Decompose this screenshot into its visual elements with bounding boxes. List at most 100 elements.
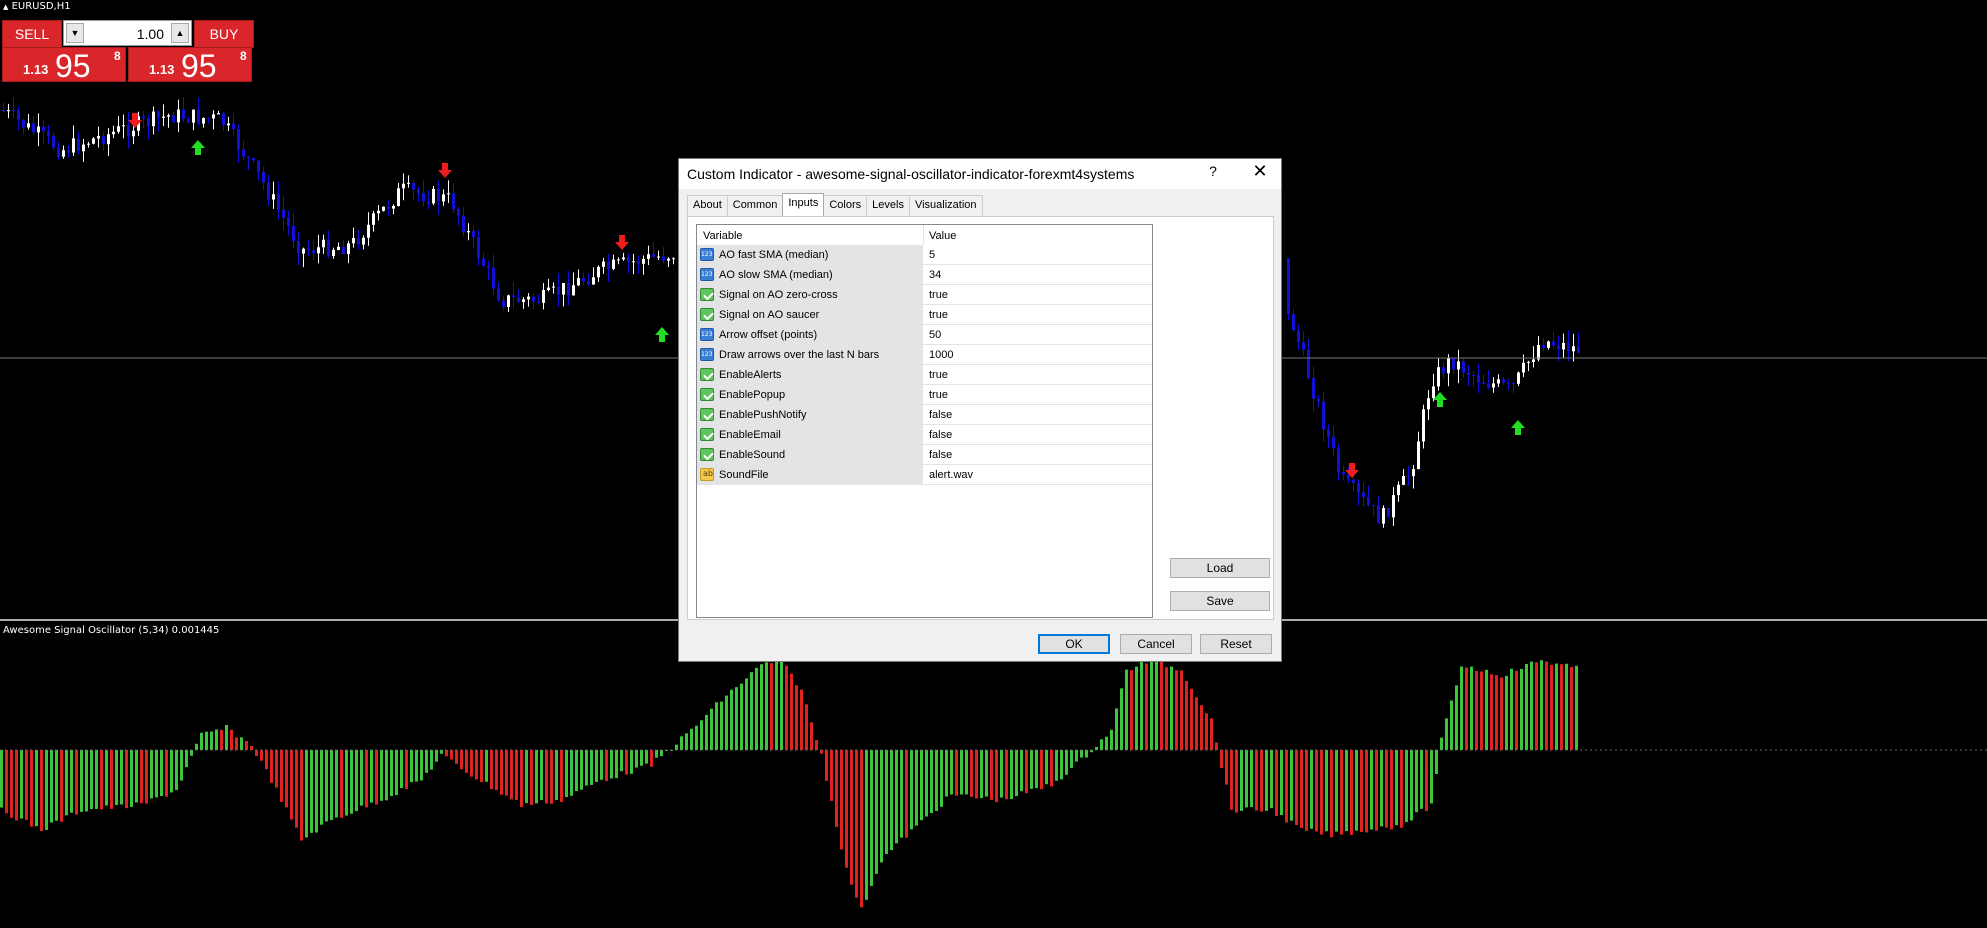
help-button[interactable]: ? bbox=[1203, 163, 1223, 179]
candle-body bbox=[47, 131, 50, 136]
candle-body bbox=[1522, 362, 1525, 373]
oscillator-bar bbox=[1175, 670, 1178, 750]
oscillator-bar bbox=[785, 665, 788, 750]
load-button[interactable]: Load bbox=[1170, 558, 1270, 578]
candle-body bbox=[62, 150, 65, 157]
oscillator-bar bbox=[880, 750, 883, 863]
oscillator-bar bbox=[1340, 750, 1343, 835]
candle-body bbox=[147, 118, 150, 127]
oscillator-bar bbox=[1540, 660, 1543, 750]
collapse-triangle-icon[interactable]: ▲ bbox=[3, 3, 8, 11]
table-row[interactable]: Signal on AO saucer true bbox=[697, 305, 1152, 325]
oscillator-bar bbox=[870, 750, 873, 887]
variable-value[interactable]: alert.wav bbox=[929, 469, 973, 481]
oscillator-bar bbox=[935, 750, 938, 811]
lot-size-input[interactable] bbox=[88, 24, 166, 44]
variable-value[interactable]: 1000 bbox=[929, 349, 953, 361]
oscillator-bar bbox=[1200, 705, 1203, 750]
candle-body bbox=[412, 182, 415, 190]
candle-body bbox=[537, 301, 540, 303]
variable-value[interactable]: false bbox=[929, 429, 952, 441]
table-row[interactable]: EnableSound false bbox=[697, 445, 1152, 465]
column-header-variable[interactable]: Variable bbox=[703, 230, 743, 242]
table-row[interactable]: Draw arrows over the last N bars 1000 bbox=[697, 345, 1152, 365]
oscillator-bar bbox=[1470, 666, 1473, 750]
oscillator-bar bbox=[1455, 685, 1458, 750]
candle-body bbox=[172, 115, 175, 123]
oscillator-bar bbox=[430, 750, 433, 770]
oscillator-bar bbox=[835, 750, 838, 827]
buy-price[interactable]: 1.13 95 8 bbox=[128, 47, 252, 84]
variable-value[interactable]: true bbox=[929, 289, 948, 301]
oscillator-bar bbox=[1405, 750, 1408, 823]
oscillator-bar bbox=[55, 750, 58, 821]
oscillator-bar bbox=[485, 750, 488, 782]
candle-body bbox=[342, 246, 345, 255]
candle-body bbox=[262, 171, 265, 183]
oscillator-bar bbox=[1120, 688, 1123, 750]
sell-price[interactable]: 1.13 95 8 bbox=[2, 47, 126, 84]
tab-about[interactable]: About bbox=[687, 195, 728, 216]
oscillator-bar bbox=[680, 736, 683, 750]
candle-body bbox=[457, 209, 460, 216]
oscillator-bar bbox=[360, 750, 363, 806]
dialog-title-bar[interactable]: Custom Indicator - awesome-signal-oscill… bbox=[679, 159, 1281, 189]
lot-increase-button[interactable]: ▲ bbox=[171, 23, 189, 43]
variable-value[interactable]: false bbox=[929, 449, 952, 461]
buy-button[interactable]: BUY bbox=[194, 20, 254, 48]
table-row[interactable]: EnableEmail false bbox=[697, 425, 1152, 445]
candle-body bbox=[247, 156, 250, 158]
table-row[interactable]: AO fast SMA (median) 5 bbox=[697, 245, 1152, 265]
variable-value[interactable]: true bbox=[929, 389, 948, 401]
table-row[interactable]: AO slow SMA (median) 34 bbox=[697, 265, 1152, 285]
oscillator-bar bbox=[1565, 663, 1568, 750]
variable-value[interactable]: 50 bbox=[929, 329, 941, 341]
candle-body bbox=[1367, 497, 1370, 506]
oscillator-bar bbox=[125, 750, 128, 809]
reset-button[interactable]: Reset bbox=[1200, 634, 1272, 654]
variable-value[interactable]: true bbox=[929, 309, 948, 321]
oscillator-bar bbox=[285, 750, 288, 808]
table-row[interactable]: EnablePushNotify false bbox=[697, 405, 1152, 425]
oscillator-bar bbox=[435, 750, 438, 762]
tab-levels[interactable]: Levels bbox=[866, 195, 910, 216]
tab-visualization[interactable]: Visualization bbox=[908, 195, 983, 216]
column-header-value[interactable]: Value bbox=[929, 230, 956, 242]
lot-size-stepper[interactable]: ▼ ▲ bbox=[63, 20, 192, 46]
table-row[interactable]: Arrow offset (points) 50 bbox=[697, 325, 1152, 345]
oscillator-bar bbox=[795, 685, 798, 750]
candle-body bbox=[487, 265, 490, 268]
table-row[interactable]: EnableAlerts true bbox=[697, 365, 1152, 385]
ok-button[interactable]: OK bbox=[1038, 634, 1110, 654]
table-row[interactable]: SoundFile alert.wav bbox=[697, 465, 1152, 485]
candle-body bbox=[132, 130, 135, 137]
candle-body bbox=[437, 188, 440, 202]
candle-body bbox=[452, 193, 455, 210]
oscillator-bar bbox=[865, 750, 868, 900]
cancel-button[interactable]: Cancel bbox=[1120, 634, 1192, 654]
oscillator-bar bbox=[1560, 664, 1563, 750]
oscillator-bar bbox=[655, 750, 658, 758]
variable-value[interactable]: false bbox=[929, 409, 952, 421]
oscillator-bar bbox=[225, 725, 228, 750]
sell-button[interactable]: SELL bbox=[2, 20, 62, 48]
tab-common[interactable]: Common bbox=[726, 195, 784, 216]
oscillator-bar bbox=[150, 750, 153, 799]
boolean-icon bbox=[700, 408, 714, 421]
tab-colors[interactable]: Colors bbox=[823, 195, 868, 216]
tab-inputs[interactable]: Inputs bbox=[782, 193, 825, 217]
variable-value[interactable]: true bbox=[929, 369, 948, 381]
oscillator-bar bbox=[830, 750, 833, 801]
close-icon[interactable]: ✕ bbox=[1245, 161, 1275, 182]
oscillator-bar bbox=[1435, 750, 1438, 775]
variable-value[interactable]: 5 bbox=[929, 249, 935, 261]
table-row[interactable]: Signal on AO zero-cross true bbox=[697, 285, 1152, 305]
candle-body bbox=[187, 119, 190, 123]
variable-name: Arrow offset (points) bbox=[719, 329, 818, 341]
buy-arrow-icon bbox=[655, 327, 669, 342]
save-button[interactable]: Save bbox=[1170, 591, 1270, 611]
table-row[interactable]: EnablePopup true bbox=[697, 385, 1152, 405]
oscillator-bar bbox=[440, 750, 443, 754]
variable-value[interactable]: 34 bbox=[929, 269, 941, 281]
lot-decrease-button[interactable]: ▼ bbox=[66, 23, 84, 43]
